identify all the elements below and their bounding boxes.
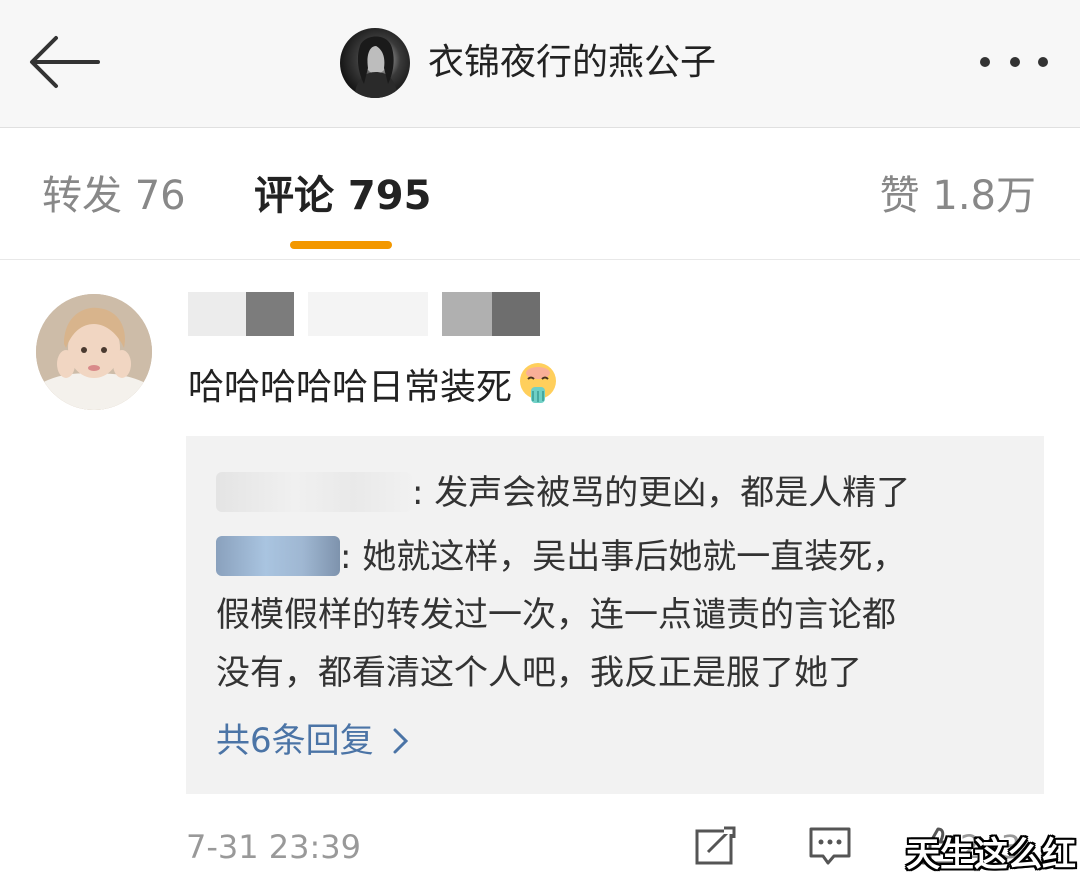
page-title: 衣锦夜行的燕公子 — [428, 42, 717, 83]
tab-bar: 转发 76 评论 795 赞 1.8万 — [0, 128, 1080, 260]
back-arrow-icon[interactable] — [26, 30, 106, 94]
top-bar: 衣锦夜行的燕公子 — [0, 0, 1080, 128]
comment-text: 哈哈哈哈哈日常装死 — [188, 360, 560, 416]
comment-timestamp: 7-31 23:39 — [186, 828, 362, 866]
reply-text-continued: 假模假样的转发过一次，连一点谴责的言论都 — [216, 595, 896, 635]
watermark-text: 天生这么红 — [906, 835, 1076, 875]
tab-repost[interactable]: 转发 76 — [42, 168, 186, 224]
reply-item: : 她就这样，吴出事后她就一直装死， — [216, 528, 906, 586]
more-dots-icon[interactable] — [970, 40, 1060, 84]
face-vomiting-icon — [516, 361, 560, 405]
repost-icon[interactable] — [694, 826, 738, 866]
reply-item: : 发声会被骂的更凶，都是人精了 — [216, 464, 910, 522]
view-all-replies-label: 共6条回复 — [216, 721, 374, 761]
view-all-replies-link[interactable]: 共6条回复 — [216, 712, 410, 774]
replies-preview[interactable]: : 发声会被骂的更凶，都是人精了 : 她就这样，吴出事后她就一直装死， 假模假样… — [186, 436, 1044, 794]
commenter-avatar[interactable] — [36, 294, 152, 410]
tab-like[interactable]: 赞 1.8万 — [880, 168, 1036, 224]
commenter-name-redacted[interactable] — [188, 292, 548, 338]
reply-author-redacted[interactable] — [216, 536, 340, 576]
author-avatar[interactable] — [340, 28, 410, 98]
reply-author-redacted[interactable] — [216, 472, 412, 512]
tab-comment[interactable]: 评论 795 — [254, 168, 431, 224]
reply-text: : 发声会被骂的更凶，都是人精了 — [412, 473, 911, 513]
reply-text-continued: 没有，都看清这个人吧，我反正是服了她了 — [216, 653, 862, 693]
chevron-right-icon — [392, 716, 410, 774]
reply-text: : 她就这样，吴出事后她就一直装死， — [340, 537, 907, 577]
active-tab-indicator — [290, 241, 392, 249]
reply-comment-icon[interactable] — [808, 826, 852, 866]
comment-body: 哈哈哈哈哈日常装死 — [188, 367, 513, 408]
